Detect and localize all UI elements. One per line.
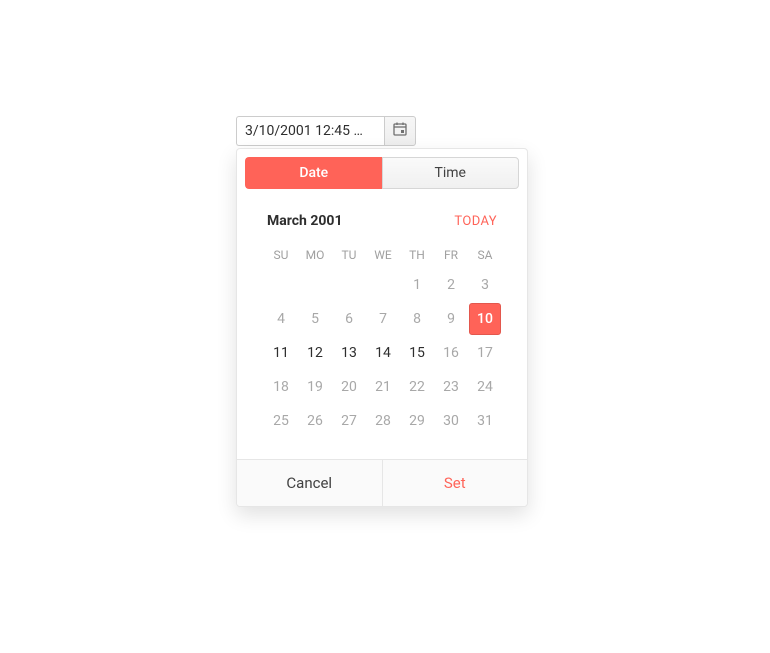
calendar-day[interactable]: 14 bbox=[367, 337, 399, 369]
calendar-day[interactable]: 13 bbox=[333, 337, 365, 369]
calendar-day[interactable]: 29 bbox=[401, 405, 433, 437]
calendar-empty-cell bbox=[299, 269, 331, 301]
weekday-header: FR bbox=[435, 243, 467, 267]
set-button[interactable]: Set bbox=[382, 460, 528, 506]
date-time-tabs: Date Time bbox=[237, 149, 527, 197]
calendar-day[interactable]: 24 bbox=[469, 371, 501, 403]
calendar-day[interactable]: 2 bbox=[435, 269, 467, 301]
popup-footer: Cancel Set bbox=[237, 459, 527, 506]
calendar-empty-cell bbox=[265, 269, 297, 301]
weekday-header: WE bbox=[367, 243, 399, 267]
calendar-day[interactable]: 20 bbox=[333, 371, 365, 403]
calendar-day[interactable]: 18 bbox=[265, 371, 297, 403]
calendar-day[interactable]: 26 bbox=[299, 405, 331, 437]
month-year-button[interactable]: March 2001 bbox=[267, 213, 343, 229]
datetime-popup: Date Time March 2001 TODAY SUMOTUWETHFRS… bbox=[236, 148, 528, 507]
calendar-day[interactable]: 28 bbox=[367, 405, 399, 437]
calendar-day[interactable]: 25 bbox=[265, 405, 297, 437]
calendar-day[interactable]: 7 bbox=[367, 303, 399, 335]
today-link[interactable]: TODAY bbox=[454, 214, 497, 229]
calendar-grid: SUMOTUWETHFRSA12345678910111213141516171… bbox=[265, 243, 499, 437]
tab-date[interactable]: Date bbox=[245, 157, 382, 189]
calendar-day[interactable]: 30 bbox=[435, 405, 467, 437]
calendar-day[interactable]: 15 bbox=[401, 337, 433, 369]
calendar-day[interactable]: 16 bbox=[435, 337, 467, 369]
calendar-day[interactable]: 9 bbox=[435, 303, 467, 335]
calendar-day[interactable]: 21 bbox=[367, 371, 399, 403]
calendar-empty-cell bbox=[333, 269, 365, 301]
datetime-input-wrap: 3/10/2001 12:45 … bbox=[236, 116, 416, 146]
calendar-icon bbox=[392, 121, 408, 141]
calendar-toggle-button[interactable] bbox=[384, 116, 416, 146]
calendar-day[interactable]: 3 bbox=[469, 269, 501, 301]
weekday-header: SU bbox=[265, 243, 297, 267]
calendar-day[interactable]: 17 bbox=[469, 337, 501, 369]
weekday-header: MO bbox=[299, 243, 331, 267]
datetime-input[interactable]: 3/10/2001 12:45 … bbox=[236, 116, 384, 146]
calendar-day[interactable]: 12 bbox=[299, 337, 331, 369]
weekday-header: SA bbox=[469, 243, 501, 267]
calendar-day[interactable]: 5 bbox=[299, 303, 331, 335]
calendar-day[interactable]: 31 bbox=[469, 405, 501, 437]
weekday-header: TH bbox=[401, 243, 433, 267]
calendar-header: March 2001 TODAY bbox=[265, 207, 499, 243]
calendar-day[interactable]: 22 bbox=[401, 371, 433, 403]
calendar-empty-cell bbox=[367, 269, 399, 301]
cancel-button[interactable]: Cancel bbox=[237, 460, 382, 506]
calendar-day[interactable]: 1 bbox=[401, 269, 433, 301]
weekday-header: TU bbox=[333, 243, 365, 267]
calendar-day[interactable]: 8 bbox=[401, 303, 433, 335]
calendar-day[interactable]: 4 bbox=[265, 303, 297, 335]
calendar: March 2001 TODAY SUMOTUWETHFRSA123456789… bbox=[237, 197, 527, 459]
calendar-day[interactable]: 19 bbox=[299, 371, 331, 403]
tab-time[interactable]: Time bbox=[382, 157, 520, 189]
calendar-day[interactable]: 11 bbox=[265, 337, 297, 369]
calendar-day[interactable]: 6 bbox=[333, 303, 365, 335]
calendar-day[interactable]: 23 bbox=[435, 371, 467, 403]
calendar-day[interactable]: 10 bbox=[469, 303, 501, 335]
calendar-day[interactable]: 27 bbox=[333, 405, 365, 437]
